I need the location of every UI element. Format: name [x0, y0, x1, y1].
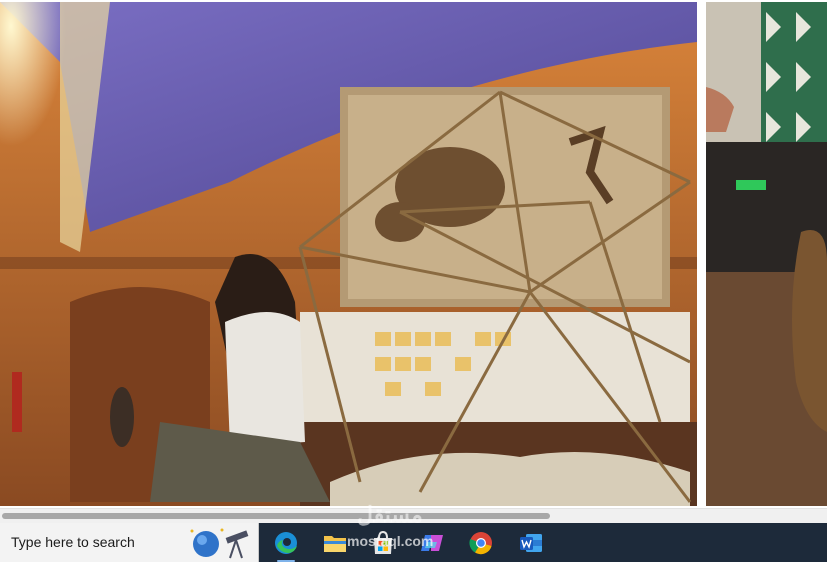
telescope-icon [190, 528, 249, 559]
taskbar: Type here to search [0, 523, 827, 562]
search-placeholder: Type here to search [11, 534, 135, 550]
copilot-icon[interactable] [415, 527, 449, 559]
scrollbar-thumb[interactable] [2, 513, 550, 519]
chrome-icon[interactable] [464, 527, 498, 559]
store-icon[interactable] [366, 527, 400, 559]
horizontal-scrollbar[interactable] [0, 508, 827, 523]
edge-icon[interactable] [269, 527, 303, 562]
side-photo[interactable] [706, 2, 827, 506]
search-box[interactable]: Type here to search [0, 523, 259, 562]
main-photo[interactable] [0, 2, 697, 506]
image-viewer [0, 0, 827, 508]
folder-icon[interactable] [318, 527, 352, 559]
word-icon[interactable] [514, 527, 548, 559]
